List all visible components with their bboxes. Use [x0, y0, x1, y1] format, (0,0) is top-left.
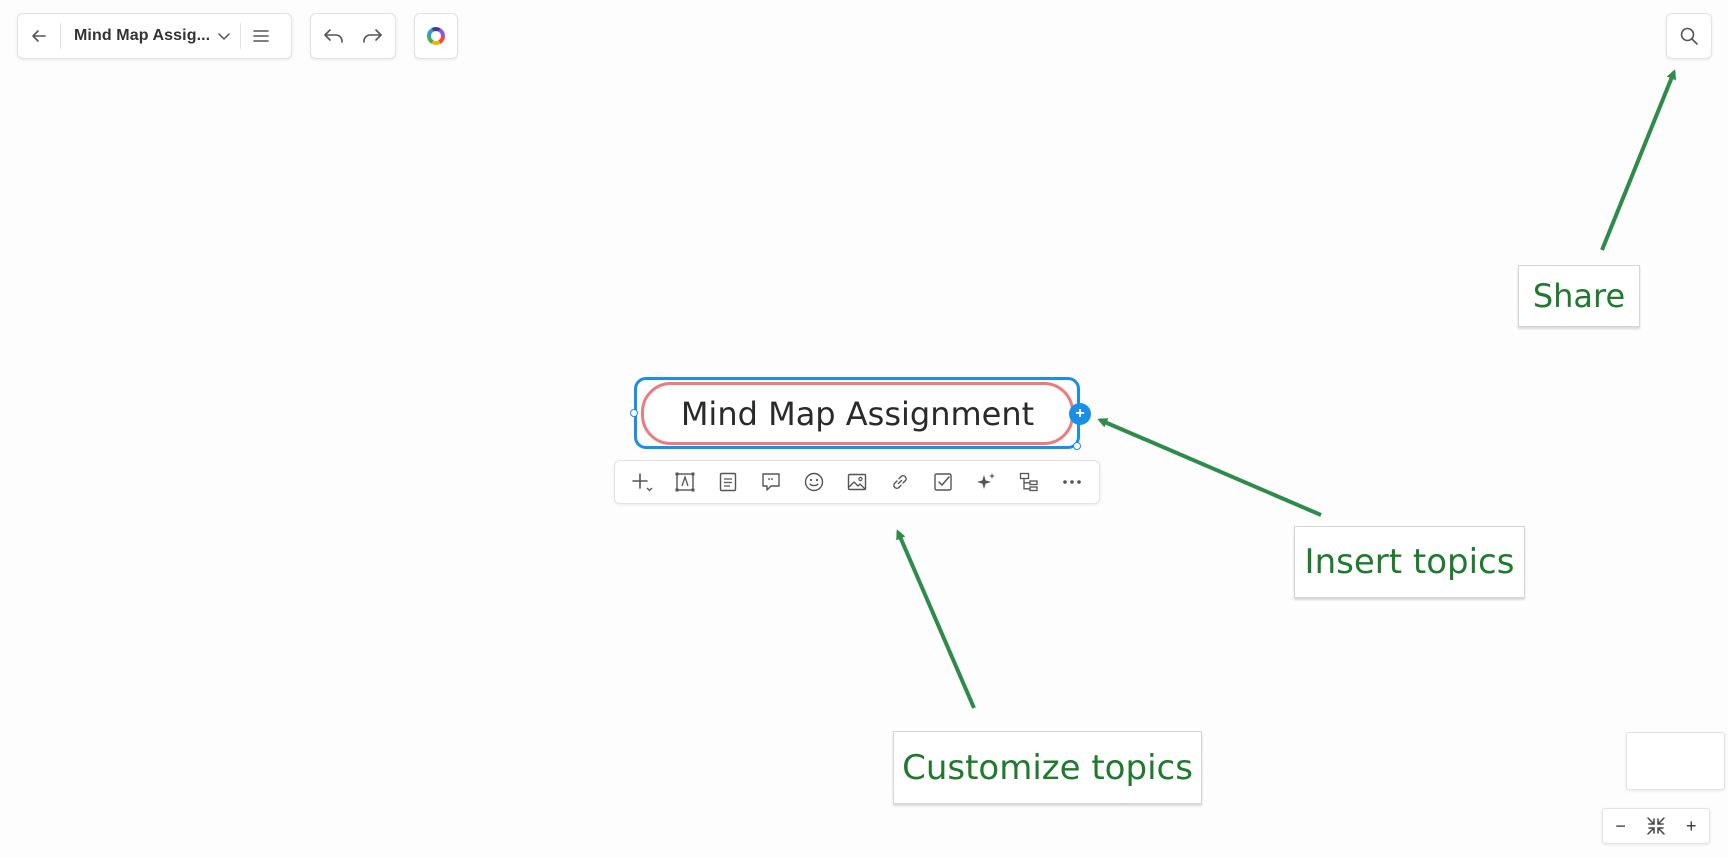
arrow-left-icon: [32, 30, 46, 42]
document-title-dropdown[interactable]: Mind Map Assig...: [61, 13, 240, 59]
fit-to-screen-icon: [1647, 817, 1665, 835]
undo-button[interactable]: [316, 16, 352, 56]
structure-button[interactable]: [1009, 462, 1049, 502]
emoji-icon: [804, 472, 824, 492]
color-wheel-icon: [427, 27, 445, 45]
annotation-insert-topics: Insert topics: [1294, 526, 1525, 598]
add-subtopic-icon: [632, 473, 653, 492]
structure-icon: [1019, 472, 1038, 492]
hamburger-menu-icon: [253, 30, 270, 42]
comment-icon: [762, 473, 780, 491]
document-title: Mind Map Assig...: [74, 27, 211, 44]
zoom-out-button[interactable]: −: [1604, 809, 1638, 843]
add-topic-button[interactable]: +: [1069, 403, 1091, 425]
central-topic[interactable]: Mind Map Assignment: [641, 382, 1074, 445]
customize-topics-arrow: [896, 529, 976, 709]
image-icon: [847, 473, 867, 491]
redo-icon: [363, 29, 382, 43]
main-menu-button[interactable]: [241, 13, 281, 59]
annotation-customize-topics: Customize topics: [893, 731, 1202, 804]
zoom-in-button[interactable]: +: [1674, 809, 1708, 843]
annotation-share: Share: [1518, 265, 1640, 327]
resize-handle-bottom-right[interactable]: [1073, 442, 1081, 450]
back-button[interactable]: [18, 13, 60, 59]
document-nav-bar: Mind Map Assig...: [17, 13, 292, 59]
link-button[interactable]: [880, 462, 920, 502]
minimap[interactable]: [1626, 732, 1725, 790]
ai-button[interactable]: [966, 462, 1006, 502]
topic-style-button[interactable]: [665, 462, 705, 502]
fit-to-screen-button[interactable]: [1639, 809, 1673, 843]
add-subtopic-button[interactable]: [622, 462, 662, 502]
undo-icon: [324, 29, 343, 43]
image-button[interactable]: [837, 462, 877, 502]
history-controls: [310, 13, 396, 59]
comment-button[interactable]: [751, 462, 791, 502]
more-icon: [1062, 480, 1081, 484]
search-icon: [1680, 27, 1698, 45]
link-icon: [893, 475, 907, 489]
theme-button[interactable]: [414, 13, 458, 59]
share-arrow: [1600, 69, 1677, 251]
emoji-button[interactable]: [794, 462, 834, 502]
task-icon: [934, 473, 952, 491]
zoom-controls: − +: [1602, 808, 1710, 844]
redo-button[interactable]: [354, 16, 390, 56]
resize-handle-left[interactable]: [630, 409, 638, 417]
note-button[interactable]: [708, 462, 748, 502]
mind-map-editor: Mind Map Assig... Mind Map Assignment + …: [0, 0, 1728, 858]
more-button[interactable]: [1052, 462, 1092, 502]
ai-sparkle-icon: [976, 473, 995, 489]
chevron-down-icon: [218, 33, 230, 40]
topic-style-icon: [675, 472, 695, 492]
insert-topics-arrow: [1097, 418, 1322, 517]
search-button[interactable]: [1666, 13, 1712, 59]
topic-toolbar: [614, 460, 1100, 504]
note-icon: [720, 472, 737, 492]
task-button[interactable]: [923, 462, 963, 502]
